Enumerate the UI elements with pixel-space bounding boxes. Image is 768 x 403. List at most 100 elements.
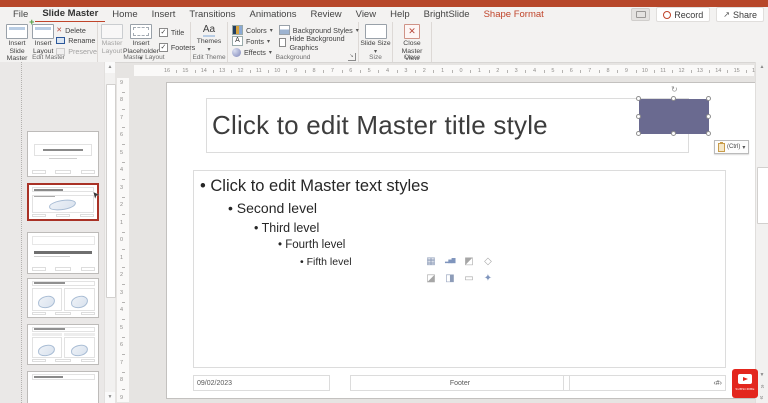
group-label-master-layout: Master Layout bbox=[123, 54, 165, 61]
comments-button[interactable] bbox=[631, 8, 651, 21]
selection-handle[interactable] bbox=[706, 131, 711, 136]
footers-checkbox[interactable]: ✓ Footers bbox=[158, 43, 195, 52]
selection-handle[interactable] bbox=[706, 96, 711, 101]
ruler-number: 1 bbox=[441, 68, 445, 74]
pictures-icon[interactable]: ◪ bbox=[425, 272, 438, 285]
insert-placeholder-button[interactable]: Insert Placeholder ▾ bbox=[123, 24, 159, 62]
thumbnail-detail bbox=[33, 251, 93, 255]
tab-animations[interactable]: Animations bbox=[243, 8, 304, 22]
ruler-tick bbox=[231, 70, 233, 73]
date-placeholder[interactable]: 09/02/2023 bbox=[193, 375, 330, 391]
footer-placeholder[interactable]: Footer bbox=[350, 375, 570, 391]
scroll-up-icon[interactable]: ▲ bbox=[756, 62, 768, 73]
slide-scrollbar-thumb[interactable] bbox=[757, 167, 768, 224]
ruler-tick bbox=[598, 70, 600, 73]
insert-layout-button[interactable]: Insert Layout bbox=[29, 19, 56, 55]
ruler-tick bbox=[122, 109, 125, 111]
fonts-button[interactable]: A Fonts ▾ bbox=[232, 36, 273, 46]
tab-view[interactable]: View bbox=[349, 8, 383, 22]
ruler-tick bbox=[122, 301, 125, 303]
master-body-placeholder[interactable]: Click to edit Master text stylesSecond l… bbox=[193, 170, 726, 368]
thumbnail-comparison-layout[interactable] bbox=[27, 324, 99, 365]
tab-transitions[interactable]: Transitions bbox=[182, 8, 242, 22]
scroll-up-icon[interactable]: ▲ bbox=[105, 62, 115, 73]
ruler-number: 13 bbox=[696, 68, 703, 74]
tab-shape-format[interactable]: Shape Format bbox=[477, 8, 551, 22]
video-icon[interactable]: ▭ bbox=[463, 272, 476, 285]
selection-handle[interactable] bbox=[636, 131, 641, 136]
insert-slide-master-button[interactable]: Insert Slide Master bbox=[4, 24, 30, 62]
scroll-down-icon[interactable]: ▼ bbox=[105, 392, 115, 403]
share-button[interactable]: ↗ Share bbox=[716, 7, 764, 22]
ruler-tick bbox=[122, 179, 125, 181]
insert-icons-icon[interactable]: ✦ bbox=[482, 272, 495, 285]
slide-area-scrollbar[interactable]: ▲ ▼ « « bbox=[755, 62, 768, 403]
ruler-tick bbox=[122, 319, 125, 321]
ruler-tick bbox=[745, 70, 747, 73]
thumbnail-detail bbox=[43, 148, 83, 151]
record-button[interactable]: Record bbox=[656, 7, 711, 22]
subscribe-label: SUBSCRIBE bbox=[735, 387, 755, 391]
thumbnail-title-only-layout[interactable] bbox=[27, 371, 99, 403]
slide-canvas[interactable]: Click to edit Master title style Click t… bbox=[166, 82, 756, 399]
ribbon-tabs: File Slide Master Home Insert Transitions Ani… bbox=[0, 7, 551, 23]
tab-help[interactable]: Help bbox=[383, 8, 417, 22]
thumbnail-scrollbar[interactable]: ▲ ▼ bbox=[104, 62, 116, 403]
master-title-placeholder[interactable]: Click to edit Master title style bbox=[206, 98, 689, 153]
slide-size-button[interactable]: Slide Size ▾ bbox=[360, 24, 391, 55]
selection-handle[interactable] bbox=[636, 96, 641, 101]
ruler-number: 11 bbox=[660, 68, 666, 74]
thumbnail-detail bbox=[31, 236, 95, 245]
ruler-number: 9 bbox=[624, 68, 628, 74]
thumbnail-detail bbox=[31, 169, 46, 174]
table-icon[interactable]: ▦ bbox=[425, 255, 438, 268]
tab-review[interactable]: Review bbox=[304, 8, 349, 22]
ruler-tick bbox=[506, 70, 508, 73]
slide-size-icon bbox=[364, 24, 387, 39]
selection-handle[interactable] bbox=[671, 131, 676, 136]
background-styles-icon bbox=[278, 25, 290, 35]
themes-button[interactable]: Aa Themes ▾ bbox=[194, 24, 225, 54]
pasted-rectangle-shape[interactable] bbox=[639, 99, 709, 134]
thumbnail-detail bbox=[55, 169, 71, 174]
group-label-edit-theme: Edit Theme bbox=[192, 54, 226, 61]
subscribe-badge[interactable]: SUBSCRIBE bbox=[732, 369, 758, 398]
tab-insert[interactable]: Insert bbox=[145, 8, 183, 22]
rename-button[interactable]: Rename bbox=[56, 36, 97, 45]
chart-icon[interactable]: ▂▅▇ bbox=[444, 255, 457, 268]
thumbnail-detail bbox=[31, 333, 62, 337]
thumbnail-section-title-layout[interactable] bbox=[27, 232, 99, 274]
close-master-view-button[interactable]: ✕ Close Master View bbox=[394, 24, 430, 62]
ruler-tick bbox=[470, 70, 472, 73]
rotate-handle-icon[interactable]: ↻ bbox=[671, 86, 678, 94]
ruler-tick bbox=[122, 144, 125, 146]
youtube-play-icon bbox=[738, 374, 752, 384]
slide-number-placeholder[interactable]: ‹#› bbox=[563, 375, 726, 391]
hide-background-graphics-checkbox[interactable]: Hide Background Graphics bbox=[278, 34, 359, 52]
tab-brightslide[interactable]: BrightSlide bbox=[417, 8, 477, 22]
colors-button[interactable]: Colors ▾ bbox=[232, 25, 273, 35]
background-dialog-launcher[interactable]: ↘ bbox=[348, 53, 356, 61]
ruler-number: 7 bbox=[588, 68, 592, 74]
selection-handle[interactable] bbox=[636, 113, 641, 119]
master-layout-button[interactable]: Master Layout bbox=[101, 24, 123, 55]
ruler-number: 11 bbox=[256, 68, 262, 74]
ruler-tick bbox=[286, 70, 288, 73]
3d-model-icon[interactable]: ◇ bbox=[482, 255, 495, 268]
ruler-number: 5 bbox=[367, 68, 371, 74]
ruler-tick bbox=[122, 196, 125, 198]
tab-home[interactable]: Home bbox=[105, 8, 144, 22]
title-checkbox[interactable]: ✓ Title bbox=[158, 28, 195, 37]
thumbnail-detail bbox=[55, 358, 71, 363]
paste-options-button[interactable]: (Ctrl) ▾ bbox=[714, 140, 750, 154]
thumbnail-title-slide-layout[interactable] bbox=[27, 131, 99, 177]
tab-slide-master[interactable]: Slide Master bbox=[35, 7, 106, 23]
thumbnail-scrollbar-thumb[interactable] bbox=[106, 84, 116, 298]
thumbnail-two-content-layout[interactable] bbox=[27, 278, 99, 318]
stock-images-icon[interactable]: ◨ bbox=[444, 272, 457, 285]
thumbnail-master-slide[interactable] bbox=[27, 183, 99, 221]
selection-handle[interactable] bbox=[671, 96, 676, 101]
smartart-icon[interactable]: ◩ bbox=[463, 255, 476, 268]
delete-button[interactable]: ✕ Delete bbox=[56, 26, 97, 35]
selection-handle[interactable] bbox=[706, 113, 711, 119]
